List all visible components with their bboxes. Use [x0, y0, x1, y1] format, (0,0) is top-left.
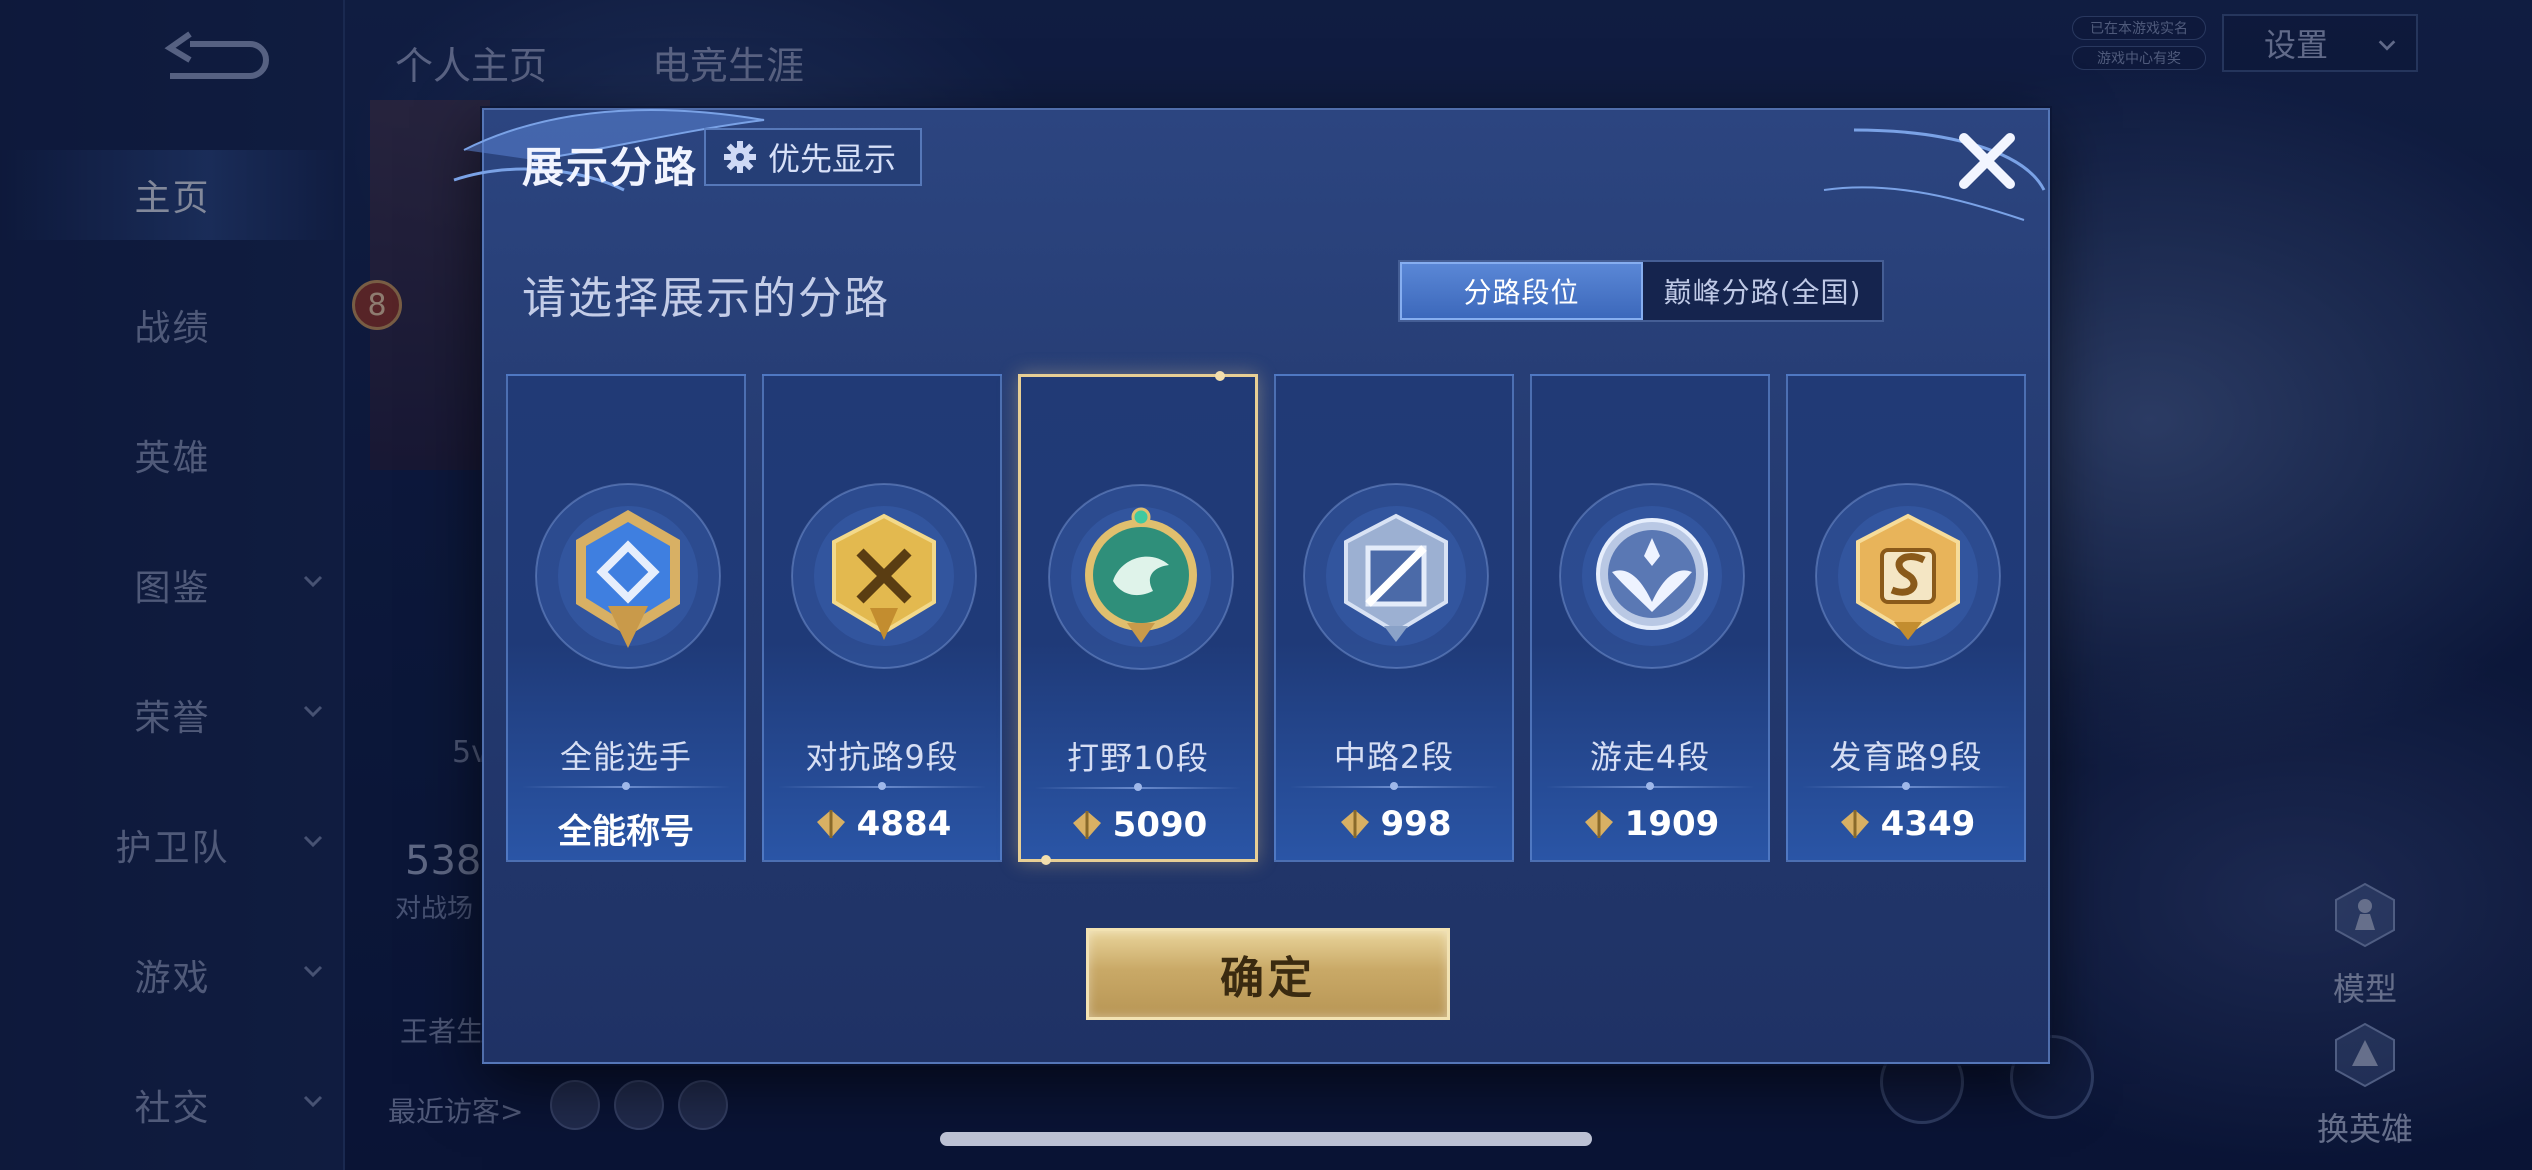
lane-card-farm[interactable]: 发育路9段 4349: [1786, 374, 2026, 862]
lane-score: 4884: [764, 804, 1000, 844]
tab-lane-rank[interactable]: 分路段位: [1400, 262, 1643, 320]
card-divider: [1802, 782, 2010, 790]
allround-emblem-icon: [535, 483, 721, 669]
lane-score-value: 5090: [1112, 805, 1208, 845]
roam-emblem-icon: [1559, 483, 1745, 669]
selection-corner-dot: [1215, 371, 1225, 381]
lane-name: 全能选手: [559, 738, 692, 776]
home-indicator[interactable]: [940, 1132, 1592, 1146]
lane-name: 对抗路9段: [805, 738, 959, 776]
card-divider: [522, 782, 730, 790]
card-divider: [778, 782, 986, 790]
card-divider: [1290, 782, 1498, 790]
lane-name: 发育路9段: [1829, 738, 1983, 776]
confirm-button[interactable]: 确定: [1086, 928, 1450, 1020]
lane-score-value: 4884: [856, 804, 952, 844]
lane-score: 4349: [1788, 804, 2024, 844]
mid-lane-emblem-icon: [1303, 483, 1489, 669]
priority-display-button[interactable]: 优先显示: [704, 128, 922, 186]
lane-score: 998: [1276, 804, 1512, 844]
lane-card-list: 全能选手 全能称号 对抗路9段 4884 打野10段 5090 中路2段 998…: [506, 371, 2036, 865]
lane-score: 5090: [1021, 805, 1255, 845]
farm-lane-emblem-icon: [1815, 483, 2001, 669]
lane-card-allround[interactable]: 全能选手 全能称号: [506, 374, 746, 862]
gear-icon: [724, 141, 756, 173]
lane-card-roam[interactable]: 游走4段 1909: [1530, 374, 1770, 862]
close-icon[interactable]: [1954, 128, 2020, 194]
lane-score-value: 全能称号: [558, 812, 694, 852]
clash-lane-emblem-icon: [791, 483, 977, 669]
selection-corner-dot: [1041, 855, 1051, 865]
lane-score: 1909: [1532, 804, 1768, 844]
lane-card-mid[interactable]: 中路2段 998: [1274, 374, 1514, 862]
points-icon: [1840, 810, 1869, 838]
points-icon: [1584, 810, 1613, 838]
lane-score-value: 1909: [1624, 804, 1720, 844]
lane-score: 全能称号: [508, 804, 744, 853]
points-icon: [816, 810, 845, 838]
dialog-subtitle: 请选择展示的分路: [522, 273, 890, 324]
priority-display-label: 优先显示: [768, 140, 897, 178]
lane-name: 中路2段: [1333, 738, 1455, 776]
lane-score-value: 4349: [1880, 804, 1976, 844]
tab-peak-lane[interactable]: 巅峰分路(全国): [1643, 262, 1882, 320]
lane-name: 打野10段: [1067, 739, 1209, 777]
lane-card-clash[interactable]: 对抗路9段 4884: [762, 374, 1002, 862]
jungle-emblem-icon: [1048, 484, 1234, 670]
lane-card-jungle[interactable]: 打野10段 5090: [1018, 371, 1258, 865]
lane-name: 游走4段: [1589, 738, 1711, 776]
card-divider: [1035, 783, 1241, 791]
lane-score-value: 998: [1380, 804, 1452, 844]
lane-mode-toggle: 分路段位 巅峰分路(全国): [1398, 260, 1884, 322]
lane-display-dialog: 展示分路 优先显示 请选择展示的分路 分路段位 巅峰分路(全国) 全能选手 全能…: [453, 108, 2050, 1064]
points-icon: [1072, 811, 1101, 839]
card-divider: [1546, 782, 1754, 790]
points-icon: [1340, 810, 1369, 838]
dialog-title: 展示分路: [522, 143, 699, 192]
